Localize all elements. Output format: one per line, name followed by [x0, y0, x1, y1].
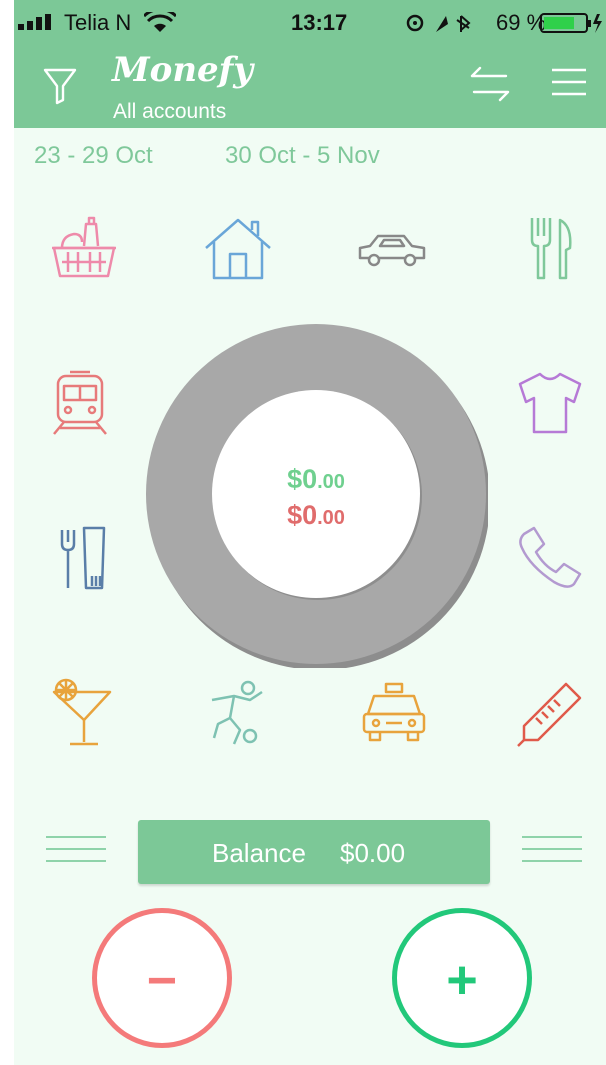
- add-income-button[interactable]: +: [392, 908, 532, 1048]
- menu-icon[interactable]: [550, 66, 588, 98]
- add-expense-button[interactable]: −: [92, 908, 232, 1048]
- battery-icon: [540, 13, 602, 33]
- eating-out-icon[interactable]: [512, 212, 584, 284]
- car-icon[interactable]: [356, 212, 428, 284]
- sports-icon[interactable]: [204, 678, 276, 750]
- filter-icon[interactable]: [42, 66, 78, 106]
- status-icons: [406, 14, 471, 32]
- transfer-icon[interactable]: [470, 64, 510, 104]
- period-current[interactable]: 30 Oct - 5 Nov: [225, 142, 380, 170]
- clothes-icon[interactable]: [514, 366, 586, 438]
- clock: 13:17: [291, 10, 348, 35]
- transport-icon[interactable]: [44, 366, 116, 438]
- health-icon[interactable]: [514, 678, 586, 750]
- entertainment-icon[interactable]: [48, 678, 120, 750]
- taxi-icon[interactable]: [358, 678, 430, 750]
- phone-icon[interactable]: [514, 522, 586, 594]
- balance-bar[interactable]: Balance $0.00: [138, 820, 490, 884]
- toiletry-icon[interactable]: [48, 522, 120, 594]
- income-total: $0.00: [287, 464, 345, 494]
- groceries-icon[interactable]: [48, 212, 120, 284]
- balance-label: Balance: [212, 838, 306, 868]
- wifi-icon: [144, 12, 176, 32]
- status-bar: Telia N 13:17 69 %: [14, 0, 606, 44]
- period-previous[interactable]: 23 - 29 Oct: [34, 142, 153, 170]
- minus-icon: −: [146, 952, 178, 1010]
- balance-value: $0.00: [340, 838, 406, 868]
- plus-icon: +: [446, 950, 478, 1010]
- main-content: 23 - 29 Oct 30 Oct - 5 Nov $0.00 $0.00 B…: [14, 128, 606, 1065]
- right-list-icon[interactable]: [522, 836, 582, 872]
- app-logo: Monefy: [112, 50, 254, 90]
- expense-total: $0.00: [287, 500, 345, 530]
- house-icon[interactable]: [202, 212, 274, 284]
- expense-chart[interactable]: $0.00 $0.00: [144, 324, 490, 670]
- app-header: Monefy All accounts: [14, 44, 606, 128]
- account-selector[interactable]: All accounts: [113, 100, 226, 124]
- signal-icon: [18, 14, 51, 30]
- battery-percent: 69 %: [496, 10, 547, 35]
- carrier-name: Telia N: [64, 10, 132, 35]
- left-list-icon[interactable]: [46, 836, 106, 872]
